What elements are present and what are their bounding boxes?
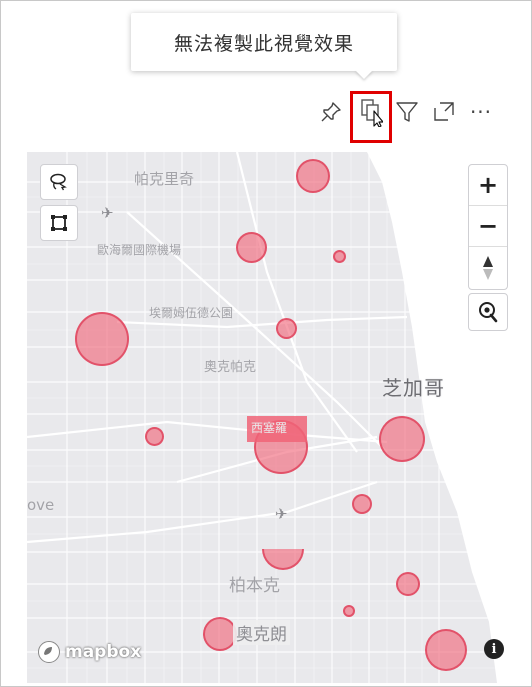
compass-icon (483, 256, 493, 280)
midway-airplane-icon: ✈ (275, 505, 288, 523)
tooltip-arrow (355, 70, 373, 79)
map-bubble[interactable] (396, 572, 420, 596)
label-park-ridge: 帕克里奇 (134, 170, 195, 188)
map-bubble[interactable] (145, 427, 164, 446)
more-options-icon[interactable]: ··· (466, 96, 496, 128)
map-bubble[interactable] (75, 312, 129, 366)
zoom-out-button[interactable]: − (469, 206, 507, 246)
map-visual[interactable]: ove 帕克里奇 ✈ 歐海爾國際機場 埃爾姆伍德公園 奧克帕克 芝加哥 ove … (27, 152, 530, 683)
zoom-in-button[interactable]: + (469, 165, 507, 205)
map-bubble[interactable] (352, 494, 372, 514)
zoom-controls: + − (468, 164, 508, 290)
label-oak-park: 奧克帕克 (204, 360, 257, 375)
tooltip-text: 無法複製此視覺效果 (173, 32, 354, 55)
map-bubble[interactable] (203, 617, 237, 651)
label-chicago: 芝加哥 (382, 376, 445, 400)
mapbox-wordmark: mapbox (65, 642, 142, 662)
rectangle-select-icon (51, 215, 67, 231)
more-options-label: ··· (469, 100, 493, 124)
label-grove-partial: ove (27, 496, 55, 514)
airplane-icon: ✈ (101, 204, 114, 222)
map-bubble[interactable] (296, 159, 330, 193)
label-elmwood-park: 埃爾姆伍德公園 (149, 306, 234, 320)
compass-button[interactable] (469, 247, 507, 289)
lasso-select-button[interactable] (40, 164, 78, 200)
search-location-button[interactable] (468, 293, 508, 331)
info-icon: i (491, 641, 497, 657)
map-bubble[interactable] (333, 250, 346, 263)
map-bubble[interactable] (425, 629, 467, 671)
map-bubble[interactable] (236, 232, 267, 263)
label-oak-lawn: 奧克朗 (233, 620, 290, 645)
lasso-icon (50, 173, 67, 191)
zoom-out-label: − (477, 212, 499, 240)
mapbox-logo[interactable]: mapbox (37, 639, 141, 665)
filter-icon[interactable] (392, 96, 422, 128)
rect-select-button[interactable] (40, 205, 78, 241)
tooltip: 無法複製此視覺效果 (131, 13, 397, 71)
zoom-in-label: + (477, 171, 499, 199)
map-bubble[interactable] (343, 605, 355, 617)
mapbox-mark-icon (38, 641, 60, 663)
focus-mode-icon[interactable] (429, 96, 459, 128)
pin-icon[interactable] (316, 96, 346, 128)
map-bubble[interactable] (276, 318, 297, 339)
map-bubble[interactable] (379, 416, 425, 462)
copy-icon[interactable] (356, 96, 386, 128)
label-cicero: 西塞羅 (251, 421, 288, 435)
magnifier-icon (479, 302, 498, 323)
label-burbank: 柏本克 (229, 576, 280, 596)
label-ohare: 歐海爾國際機場 (97, 243, 182, 257)
attribution-info-button[interactable]: i (484, 639, 504, 659)
visual-header-toolbar: ··· (310, 96, 510, 128)
